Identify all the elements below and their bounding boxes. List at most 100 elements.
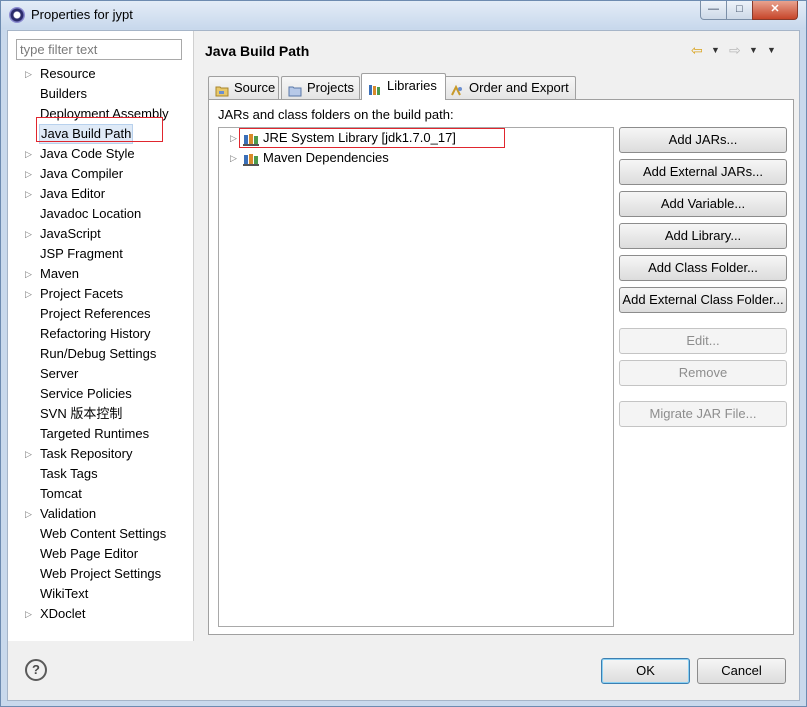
expand-arrow-icon[interactable]: ▷ [230, 128, 237, 148]
sidebar-item-targeted-runtimes[interactable]: Targeted Runtimes [8, 424, 193, 444]
sidebar-item-label: JSP Fragment [40, 246, 123, 261]
sidebar-item-label: Maven [40, 266, 80, 281]
libraries-icon [368, 80, 382, 95]
expand-arrow-icon[interactable]: ▷ [25, 264, 35, 284]
sidebar-item-label: Task Repository [40, 446, 133, 461]
add-variable-button[interactable]: Add Variable... [619, 191, 787, 217]
sidebar-item-label: XDoclet [40, 606, 86, 621]
expand-arrow-icon[interactable]: ▷ [25, 284, 35, 304]
sidebar-item-javadoc-location[interactable]: Javadoc Location [8, 204, 193, 224]
view-menu-icon[interactable]: ▼ [767, 42, 776, 58]
sidebar-item-label: Service Policies [40, 386, 132, 401]
minimize-button[interactable]: — [700, 1, 727, 20]
sidebar-item-refactoring-history[interactable]: Refactoring History [8, 324, 193, 344]
page-content-pane: Java Build Path ⇦ ▼ ⇨ ▼ ▼ Source Projects… [195, 31, 799, 641]
chevron-down-icon[interactable]: ▼ [749, 42, 758, 58]
sidebar-item-maven[interactable]: ▷ Maven [8, 264, 193, 284]
expand-arrow-icon[interactable]: ▷ [230, 148, 237, 168]
sidebar-item-validation[interactable]: ▷ Validation [8, 504, 193, 524]
sidebar-item-web-content-settings[interactable]: Web Content Settings [8, 524, 193, 544]
add-library-button[interactable]: Add Library... [619, 223, 787, 249]
help-icon[interactable]: ? [25, 659, 47, 681]
back-arrow-icon[interactable]: ⇦ [691, 42, 703, 58]
projects-icon [288, 82, 302, 97]
sidebar-item-wikitext[interactable]: WikiText [8, 584, 193, 604]
page-navigation: ⇦ ▼ ⇨ ▼ ▼ [681, 42, 791, 58]
expand-arrow-icon[interactable]: ▷ [25, 504, 35, 524]
edit-button[interactable]: Edit... [619, 328, 787, 354]
sidebar-item-label: Builders [40, 86, 87, 101]
sidebar-item-label: Task Tags [40, 466, 98, 481]
build-path-library-tree[interactable]: ▷ JRE System Library [jdk1.7.0_17] ▷ Maven … [218, 127, 614, 627]
sidebar-item-tomcat[interactable]: Tomcat [8, 484, 193, 504]
sidebar-item-java-compiler[interactable]: ▷ Java Compiler [8, 164, 193, 184]
expand-arrow-icon[interactable]: ▷ [25, 144, 35, 164]
tab-source[interactable]: Source [208, 76, 279, 99]
library-icon [243, 132, 259, 146]
sidebar-item-java-code-style[interactable]: ▷ Java Code Style [8, 144, 193, 164]
page-title: Java Build Path [205, 43, 310, 59]
expand-arrow-icon[interactable]: ▷ [25, 604, 35, 624]
sidebar-item-label: Project References [40, 306, 151, 321]
sidebar-item-label: Java Compiler [40, 166, 124, 181]
sidebar-item-label: Project Facets [40, 286, 124, 301]
sidebar-item-java-editor[interactable]: ▷ Java Editor [8, 184, 193, 204]
sidebar-item-run-debug-settings[interactable]: Run/Debug Settings [8, 344, 193, 364]
filter-input[interactable] [16, 39, 182, 60]
add-external-class-folder-button[interactable]: Add External Class Folder... [619, 287, 787, 313]
library-tree-item[interactable]: ▷ JRE System Library [jdk1.7.0_17] [219, 128, 609, 148]
library-label: Maven Dependencies [263, 150, 389, 165]
window-title: Properties for jypt [31, 7, 133, 22]
sidebar-item-svn[interactable]: SVN 版本控制 [8, 404, 193, 424]
title-bar[interactable]: Properties for jypt — □ ✕ [1, 1, 806, 29]
sidebar-item-jsp-fragment[interactable]: JSP Fragment [8, 244, 193, 264]
cancel-button[interactable]: Cancel [697, 658, 786, 684]
sidebar-item-project-references[interactable]: Project References [8, 304, 193, 324]
sidebar-item-web-project-settings[interactable]: Web Project Settings [8, 564, 193, 584]
properties-window: Properties for jypt — □ ✕ ▷ Resource Build… [0, 0, 807, 707]
expand-arrow-icon[interactable]: ▷ [25, 444, 35, 464]
expand-arrow-icon[interactable]: ▷ [25, 64, 35, 84]
sidebar-item-xdoclet[interactable]: ▷ XDoclet [8, 604, 193, 624]
sidebar-item-service-policies[interactable]: Service Policies [8, 384, 193, 404]
tab-order-and-export[interactable]: Order and Export [443, 76, 576, 99]
source-folder-icon [215, 82, 229, 97]
tab-projects[interactable]: Projects [281, 76, 360, 99]
library-label: JRE System Library [jdk1.7.0_17] [263, 130, 456, 145]
expand-arrow-icon[interactable]: ▷ [25, 164, 35, 184]
sidebar-item-resource[interactable]: ▷ Resource [8, 64, 193, 84]
sidebar-item-task-repository[interactable]: ▷ Task Repository [8, 444, 193, 464]
forward-arrow-icon[interactable]: ⇨ [729, 42, 741, 58]
tab-libraries[interactable]: Libraries [361, 73, 446, 100]
add-external-jars-button[interactable]: Add External JARs... [619, 159, 787, 185]
sidebar-item-label: Web Page Editor [40, 546, 139, 561]
sidebar-item-label: Refactoring History [40, 326, 151, 341]
tab-label: Libraries [387, 78, 437, 93]
sidebar-item-server[interactable]: Server [8, 364, 193, 384]
sidebar-item-label: SVN 版本控制 [40, 406, 123, 421]
expand-arrow-icon[interactable]: ▷ [25, 224, 35, 244]
remove-button[interactable]: Remove [619, 360, 787, 386]
sidebar-item-label: Web Project Settings [40, 566, 162, 581]
section-label: JARs and class folders on the build path… [218, 107, 454, 122]
sidebar-item-label: Tomcat [40, 486, 82, 501]
sidebar-item-javascript[interactable]: ▷ JavaScript [8, 224, 193, 244]
ok-button[interactable]: OK [601, 658, 690, 684]
close-window-button[interactable]: ✕ [752, 1, 798, 20]
maximize-button[interactable]: □ [726, 1, 753, 20]
sidebar-item-builders[interactable]: Builders [8, 84, 193, 104]
sidebar-item-project-facets[interactable]: ▷ Project Facets [8, 284, 193, 304]
tab-label: Projects [307, 80, 354, 95]
add-class-folder-button[interactable]: Add Class Folder... [619, 255, 787, 281]
build-path-tabs: Source Projects Libraries Order and Export [208, 73, 788, 100]
sidebar-item-label: WikiText [40, 586, 89, 601]
library-tree-item[interactable]: ▷ Maven Dependencies [219, 148, 609, 168]
migrate-jar-file-button[interactable]: Migrate JAR File... [619, 401, 787, 427]
chevron-down-icon[interactable]: ▼ [711, 42, 720, 58]
sidebar-item-task-tags[interactable]: Task Tags [8, 464, 193, 484]
sidebar-item-label: Server [40, 366, 79, 381]
sidebar-item-web-page-editor[interactable]: Web Page Editor [8, 544, 193, 564]
page-tree: ▷ Resource Builders Deployment Assembly Java… [8, 64, 193, 624]
add-jars-button[interactable]: Add JARs... [619, 127, 787, 153]
expand-arrow-icon[interactable]: ▷ [25, 184, 35, 204]
